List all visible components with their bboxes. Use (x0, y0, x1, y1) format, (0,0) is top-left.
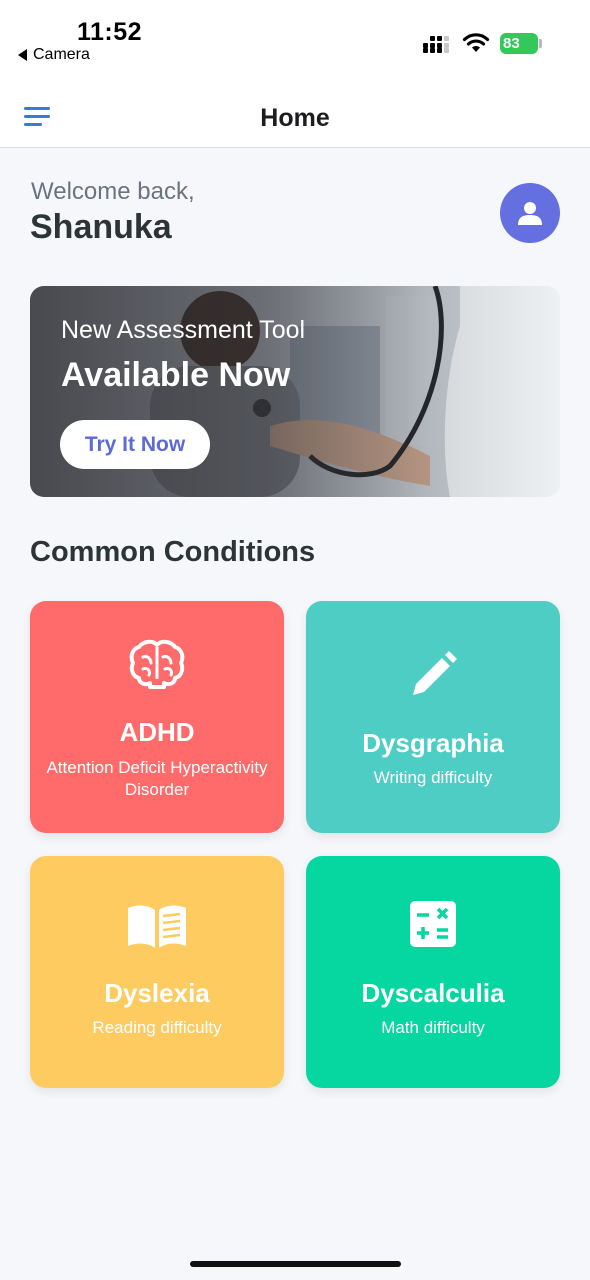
condition-description: Writing difficulty (373, 768, 493, 787)
user-icon (518, 202, 542, 225)
book-open-icon (30, 904, 284, 950)
condition-title: Dysgraphia (362, 728, 504, 758)
wifi-icon (462, 33, 490, 52)
home-screen: 11:52 Camera 83 Home Welcome back, Shanu… (0, 0, 590, 1280)
battery-indicator: 83 (500, 33, 538, 54)
condition-description: Math difficulty (381, 1018, 485, 1037)
calculator-icon (306, 901, 560, 947)
promo-banner: New Assessment Tool Available Now Try It… (30, 286, 560, 497)
status-time: 11:52 (77, 18, 143, 46)
app-header: Home (0, 90, 590, 148)
try-it-now-button[interactable]: Try It Now (60, 420, 210, 469)
condition-card-dysgraphia[interactable]: Dysgraphia Writing difficulty (306, 601, 560, 833)
home-indicator[interactable] (190, 1261, 401, 1267)
condition-title: Dyscalculia (361, 978, 505, 1008)
condition-card-dyscalculia[interactable]: Dyscalculia Math difficulty (306, 856, 560, 1088)
page-title: Home (260, 104, 330, 132)
condition-description: Attention Deficit Hyperactivity Disorder (46, 758, 268, 799)
banner-title: Available Now (61, 356, 291, 394)
condition-description: Reading difficulty (92, 1018, 222, 1037)
condition-card-adhd[interactable]: ADHD Attention Deficit Hyperactivity Dis… (30, 601, 284, 833)
condition-title: Dyslexia (104, 978, 210, 1008)
battery-tip (539, 39, 542, 48)
banner-subtitle: New Assessment Tool (61, 316, 306, 344)
battery-level: 83 (503, 35, 520, 52)
welcome-greeting: Welcome back, (31, 178, 195, 205)
back-to-app-link[interactable]: Camera (18, 46, 90, 64)
cellular-signal-icon (423, 34, 453, 54)
profile-avatar-button[interactable] (500, 183, 560, 243)
back-app-label: Camera (33, 46, 90, 63)
back-triangle-icon (18, 49, 27, 61)
condition-card-dyslexia[interactable]: Dyslexia Reading difficulty (30, 856, 284, 1088)
status-bar: 11:52 Camera 83 (0, 0, 590, 90)
brain-icon (30, 639, 284, 689)
section-title: Common Conditions (30, 536, 316, 568)
pencil-icon (306, 651, 560, 699)
condition-title: ADHD (119, 717, 195, 747)
user-name: Shanuka (30, 208, 172, 246)
